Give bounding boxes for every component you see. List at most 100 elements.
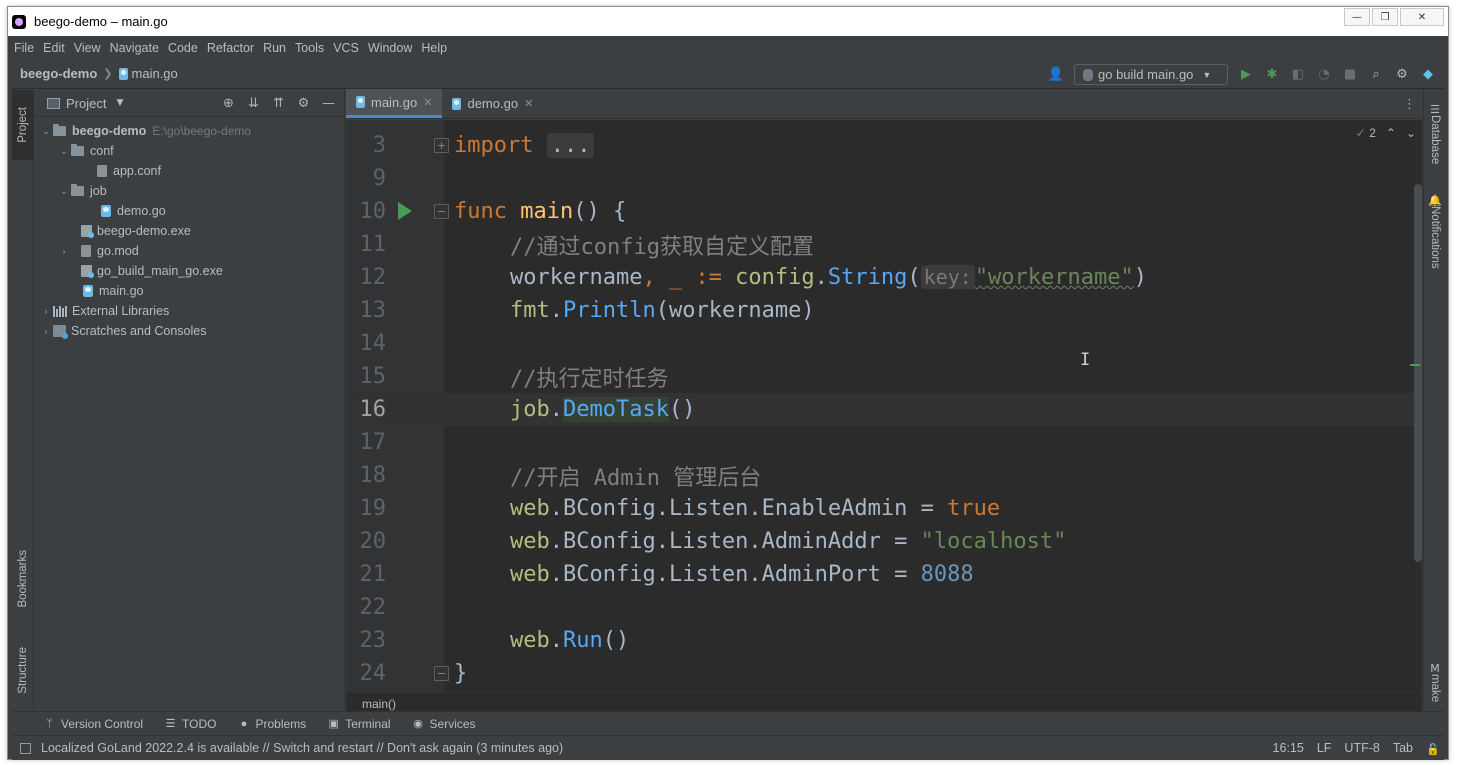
chevron-down-icon[interactable]: ⌄ xyxy=(57,186,71,197)
project-tool-tab[interactable]: Project xyxy=(12,90,34,160)
profile-icon[interactable]: ◔ xyxy=(1316,67,1332,83)
problems-tool[interactable]: ● Problems xyxy=(239,717,307,731)
code-token: . xyxy=(549,628,563,653)
indent-setting[interactable]: Tab xyxy=(1393,741,1413,755)
menu-file[interactable]: File xyxy=(14,41,34,55)
menu-help[interactable]: Help xyxy=(421,41,447,55)
menu-window[interactable]: Window xyxy=(368,41,412,55)
close-tab-icon[interactable]: ✕ xyxy=(524,97,533,110)
menu-navigate[interactable]: Navigate xyxy=(110,41,159,55)
fold-collapse-icon[interactable]: − xyxy=(434,204,449,219)
menu-run[interactable]: Run xyxy=(263,41,286,55)
code-string: "localhost" xyxy=(920,529,1067,554)
services-tool[interactable]: ◉ Services xyxy=(413,717,475,731)
search-icon[interactable]: ⌕ xyxy=(1368,67,1384,83)
stop-icon[interactable]: ■ xyxy=(1342,67,1358,83)
notifications-tool-tab[interactable]: 🔔 Notifications xyxy=(1424,186,1446,278)
database-tool-tab[interactable]: ☰ Database xyxy=(1424,98,1446,170)
tree-item-job[interactable]: ⌄ job xyxy=(35,181,344,201)
close-button[interactable]: ✕ xyxy=(1400,8,1444,26)
menu-edit[interactable]: Edit xyxy=(43,41,65,55)
code-text: web.BConfig.Listen.AdminAddr = "localhos… xyxy=(510,529,1066,554)
select-opened-file-icon[interactable]: ⊕ xyxy=(221,96,236,111)
chevron-right-icon[interactable]: › xyxy=(39,326,53,336)
chevron-down-icon: ▼ xyxy=(1202,69,1212,80)
layout-toggle-icon[interactable] xyxy=(20,742,31,754)
close-tab-icon[interactable]: ✕ xyxy=(423,96,432,109)
tree-item-label: demo.go xyxy=(117,204,166,218)
breadcrumb-file[interactable]: main.go xyxy=(118,66,178,81)
restore-button[interactable]: ❐ xyxy=(1372,8,1398,26)
chevron-down-icon[interactable]: ⌄ xyxy=(39,126,53,137)
database-tool-tab-label: Database xyxy=(1429,114,1441,165)
tree-item-demo-go[interactable]: demo.go xyxy=(35,201,344,221)
line-number: 11 xyxy=(359,232,387,257)
tree-item-label: job xyxy=(90,184,107,198)
fold-end-icon[interactable]: − xyxy=(434,666,449,681)
bookmarks-tool-tab[interactable]: Bookmarks xyxy=(12,538,34,620)
caret-position[interactable]: 16:15 xyxy=(1273,741,1304,755)
tab-main-go[interactable]: main.go ✕ xyxy=(346,89,443,118)
project-panel-title[interactable]: Project xyxy=(66,96,106,111)
goland-logo-icon xyxy=(12,14,26,29)
chevron-right-icon[interactable]: › xyxy=(57,246,71,256)
structure-tool-tab[interactable]: Structure xyxy=(12,635,34,705)
breadcrumb-function[interactable]: main() xyxy=(362,697,396,711)
chevron-down-icon[interactable]: ⌄ xyxy=(57,146,71,157)
code-number: 8088 xyxy=(920,562,974,587)
gear-icon[interactable]: ⚙ xyxy=(296,96,311,111)
fold-expand-icon[interactable]: + xyxy=(434,138,449,153)
terminal-tool[interactable]: ▣ Terminal xyxy=(328,717,390,731)
more-tabs-icon[interactable]: ⋮ xyxy=(1403,97,1416,112)
gear-icon[interactable]: ⚙ xyxy=(1394,67,1410,83)
project-panel: Project ▼ ⊕ ⇊ ⇈ ⚙ — ⌄ beego-demo E:\go\b… xyxy=(35,90,345,710)
menu-vcs[interactable]: VCS xyxy=(333,41,359,55)
tree-item-app-conf[interactable]: app.conf xyxy=(35,161,344,181)
code-token: workername xyxy=(510,265,643,290)
debug-icon[interactable]: ✱ xyxy=(1264,67,1280,83)
user-account-icon[interactable]: 👤 xyxy=(1048,67,1064,83)
line-number: 10 xyxy=(359,199,387,224)
menu-bar: File Edit View Navigate Code Refactor Ru… xyxy=(12,37,1444,59)
todo-tool[interactable]: ☰ TODO xyxy=(165,717,217,731)
jetbrains-toolbox-icon[interactable]: ◆ xyxy=(1420,67,1436,83)
make-tool-tab[interactable]: M make xyxy=(1424,660,1446,706)
minimize-button[interactable]: — xyxy=(1344,8,1370,26)
run-configuration-select[interactable]: go build main.go ▼ xyxy=(1074,64,1228,85)
chevron-right-icon[interactable]: › xyxy=(39,306,53,316)
code-string: "workername" xyxy=(974,265,1134,290)
tree-item-beego-demo-exe[interactable]: beego-demo.exe xyxy=(35,221,344,241)
version-control-tool[interactable]: ᛘ Version Control xyxy=(44,717,143,731)
tree-item-external-libraries[interactable]: › External Libraries xyxy=(35,301,344,321)
tab-demo-go[interactable]: demo.go ✕ xyxy=(442,89,543,118)
run-main-icon[interactable] xyxy=(398,202,412,220)
code-editor[interactable]: ✓ 2 ⌃ ⌄ 3 + import ... 9 10 − func main(… xyxy=(346,120,1422,692)
tree-item-scratches[interactable]: › Scratches and Consoles xyxy=(35,321,344,341)
collapse-all-icon[interactable]: ⇈ xyxy=(271,96,286,111)
chevron-down-icon[interactable]: ▼ xyxy=(116,98,123,108)
hide-icon[interactable]: — xyxy=(321,96,336,111)
status-message[interactable]: Localized GoLand 2022.2.4 is available /… xyxy=(41,741,563,755)
menu-tools[interactable]: Tools xyxy=(295,41,324,55)
project-tree: ⌄ beego-demo E:\go\beego-demo ⌄ conf app… xyxy=(35,117,344,341)
tree-item-go-mod[interactable]: › go.mod xyxy=(35,241,344,261)
file-encoding[interactable]: UTF-8 xyxy=(1344,741,1379,755)
folded-imports[interactable]: ... xyxy=(546,133,595,158)
menu-view[interactable]: View xyxy=(74,41,101,55)
menu-refactor[interactable]: Refactor xyxy=(207,41,254,55)
tree-item-conf[interactable]: ⌄ conf xyxy=(35,141,344,161)
code-text: web.BConfig.Listen.AdminPort = 8088 xyxy=(510,562,974,587)
tree-item-main-go[interactable]: main.go xyxy=(35,281,344,301)
tree-item-go-build-exe[interactable]: go_build_main_go.exe xyxy=(35,261,344,281)
code-comment: //执行定时任务 xyxy=(510,366,669,392)
tree-item-beego-demo[interactable]: ⌄ beego-demo E:\go\beego-demo xyxy=(35,121,344,141)
tree-item-label: main.go xyxy=(99,284,144,298)
unlock-icon[interactable]: 🔓 xyxy=(1426,743,1440,756)
breadcrumb-project[interactable]: beego-demo xyxy=(20,66,97,81)
coverage-icon[interactable]: ◧ xyxy=(1290,67,1306,83)
line-separator[interactable]: LF xyxy=(1317,741,1332,755)
editor-scrollbar[interactable] xyxy=(1414,184,1422,562)
menu-code[interactable]: Code xyxy=(168,41,198,55)
expand-all-icon[interactable]: ⇊ xyxy=(246,96,261,111)
run-icon[interactable]: ▶ xyxy=(1238,67,1254,83)
